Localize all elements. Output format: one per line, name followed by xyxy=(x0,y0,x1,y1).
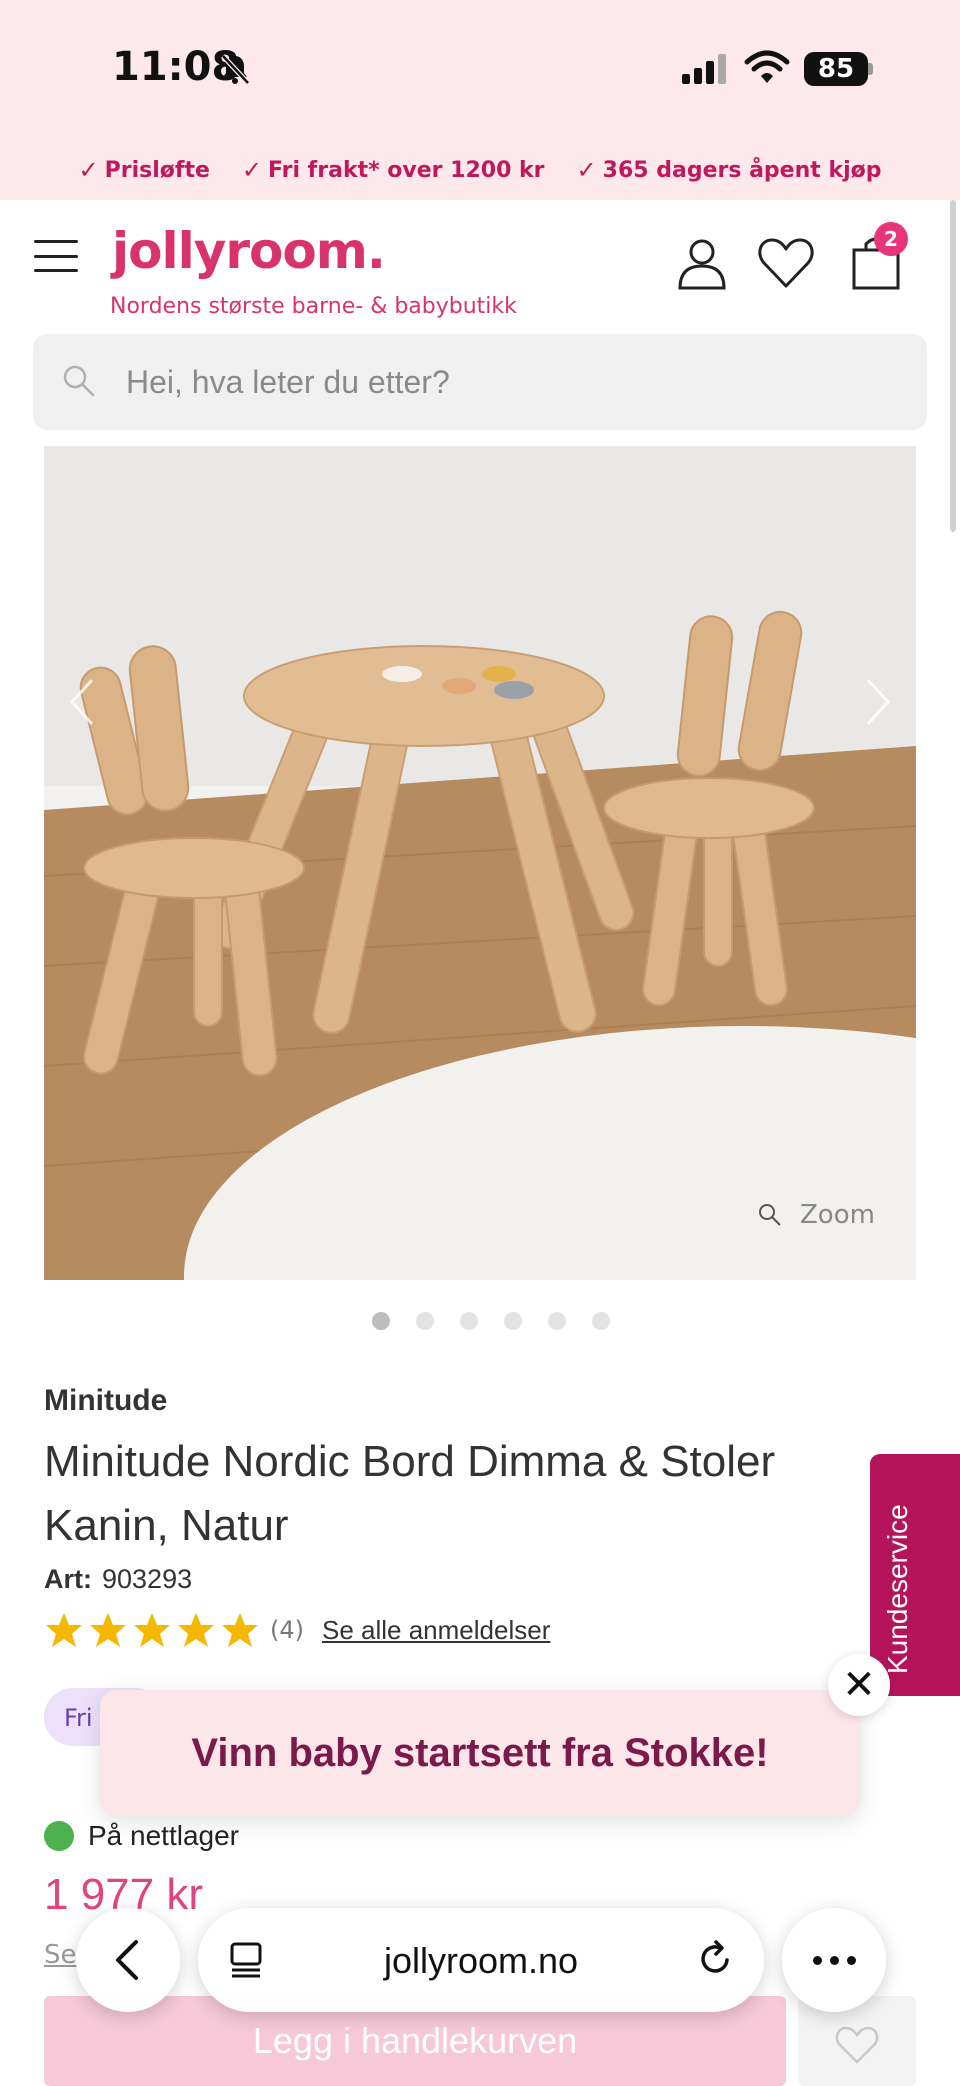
pagination-dot[interactable] xyxy=(460,1312,478,1330)
pagination-dot[interactable] xyxy=(504,1312,522,1330)
usp-label: Prisløfte xyxy=(104,157,210,183)
customer-service-label: Kundeservice xyxy=(882,1504,913,1674)
promo-banner[interactable]: Vinn baby startsett fra Stokke! xyxy=(100,1690,860,1816)
pagination-dot[interactable] xyxy=(548,1312,566,1330)
rating[interactable]: (4) Se alle anmeldelser xyxy=(44,1610,550,1650)
stock-label: På nettlager xyxy=(88,1820,239,1851)
battery-icon: 85 xyxy=(804,52,874,86)
reload-icon[interactable] xyxy=(694,1938,736,1980)
address-bar[interactable]: jollyroom.no xyxy=(198,1908,764,2012)
logo[interactable]: jollyroom. xyxy=(112,222,386,280)
product-photo xyxy=(44,446,916,1280)
star-icon xyxy=(134,1613,170,1647)
promo-text: Vinn baby startsett fra Stokke! xyxy=(191,1730,769,1775)
next-image-arrow-icon[interactable] xyxy=(858,672,898,732)
check-icon: ✓ xyxy=(576,156,597,184)
pagination-dot[interactable] xyxy=(372,1312,390,1330)
usp-label: Fri frakt* over 1200 kr xyxy=(268,157,545,183)
search-input[interactable] xyxy=(126,358,886,406)
tagline: Nordens største barne- & babybutikk xyxy=(110,294,517,319)
account-icon[interactable] xyxy=(672,232,732,292)
review-count: (4) xyxy=(270,1616,304,1644)
cart-count-badge: 2 xyxy=(874,222,908,256)
price-info-link[interactable]: Se xyxy=(44,1940,77,1970)
article-value: 903293 xyxy=(102,1564,193,1594)
zoom-button[interactable]: Zoom xyxy=(756,1200,875,1230)
pagination-dot[interactable] xyxy=(416,1312,434,1330)
wishlist-heart-icon[interactable] xyxy=(756,232,816,292)
back-button[interactable] xyxy=(76,1908,180,2012)
menu-icon[interactable] xyxy=(34,240,78,272)
article-number: Art: 903293 xyxy=(44,1564,192,1595)
scrollbar[interactable] xyxy=(950,200,956,532)
star-icon xyxy=(178,1613,214,1647)
all-reviews-link[interactable]: Se alle anmeldelser xyxy=(322,1615,550,1646)
cellular-signal-icon xyxy=(682,54,726,84)
check-icon: ✓ xyxy=(78,156,99,184)
url-text: jollyroom.no xyxy=(383,1940,579,1981)
wifi-icon xyxy=(744,50,790,83)
close-icon[interactable]: ✕ xyxy=(828,1654,890,1716)
pagination-dot[interactable] xyxy=(592,1312,610,1330)
search-icon xyxy=(63,365,95,397)
product-title: Minitude Nordic Bord Dimma & Stoler Kani… xyxy=(44,1437,776,1550)
usp-item: ✓ Fri frakt* over 1200 kr xyxy=(242,156,545,184)
check-icon: ✓ xyxy=(241,156,263,184)
star-icon xyxy=(90,1613,126,1647)
add-to-wishlist-button[interactable] xyxy=(798,1996,916,2086)
star-icon xyxy=(46,1613,82,1647)
article-label: Art: xyxy=(44,1564,92,1594)
zoom-magnifier-icon xyxy=(759,1204,781,1226)
usp-item: ✓ 365 dagers åpent kjøp xyxy=(577,156,882,184)
in-stock-indicator xyxy=(44,1821,74,1851)
stock-status: På nettlager xyxy=(44,1820,239,1852)
star-icon xyxy=(222,1613,258,1647)
product-brand[interactable]: Minitude xyxy=(44,1384,167,1418)
battery-level: 85 xyxy=(817,54,855,84)
product-image[interactable] xyxy=(44,446,916,1280)
image-pagination xyxy=(372,1312,610,1330)
previous-image-arrow-icon[interactable] xyxy=(62,672,102,732)
usp-bar: ✓ Prisløfte ✓ Fri frakt* over 1200 kr ✓ 365… xyxy=(0,152,960,188)
bell-off-icon xyxy=(221,54,250,85)
more-options-button[interactable] xyxy=(782,1908,886,2012)
zoom-label: Zoom xyxy=(800,1200,875,1230)
chevron-left-icon xyxy=(116,1940,138,1980)
customer-service-tab[interactable]: Kundeservice xyxy=(870,1454,960,1696)
usp-item: ✓ Prisløfte xyxy=(79,156,210,184)
usp-label: 365 dagers åpent kjøp xyxy=(602,157,882,183)
heart-icon xyxy=(835,2026,879,2064)
